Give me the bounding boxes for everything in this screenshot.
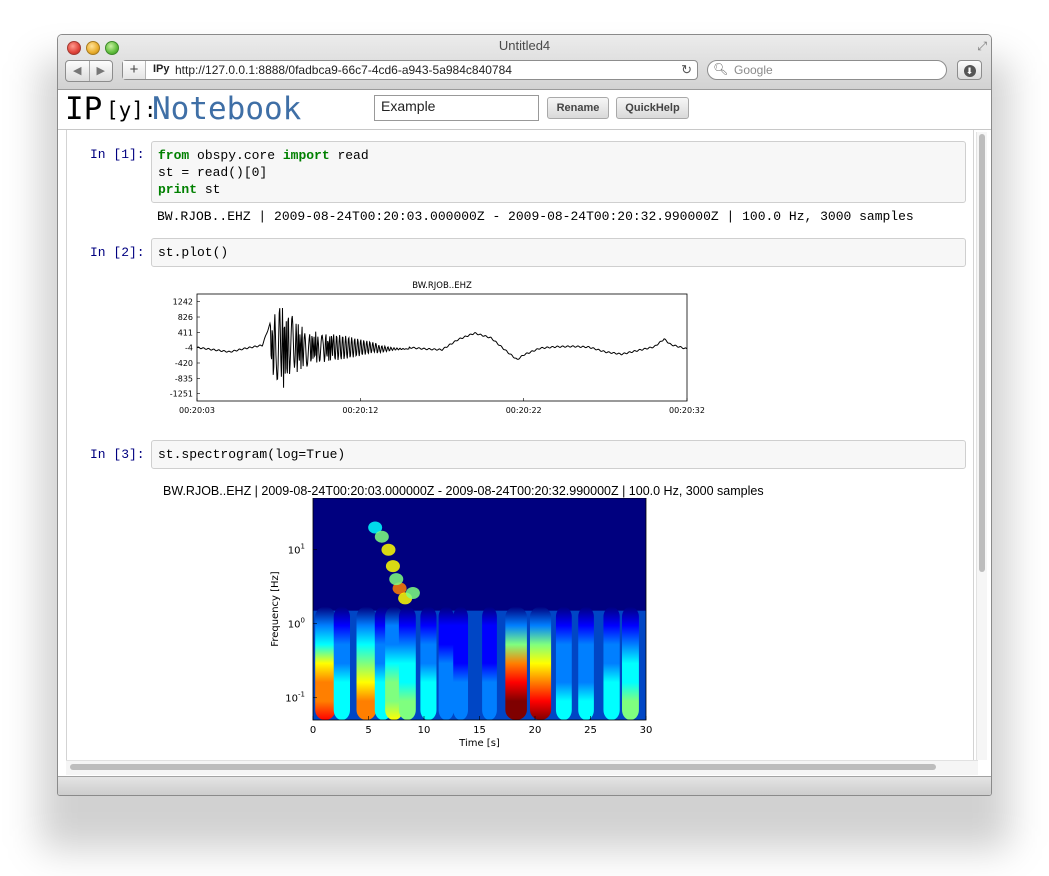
spectrogram-x-tick-label: 20 [529, 725, 542, 736]
cell-3-input[interactable]: st.spectrogram(log=True) [151, 440, 966, 469]
spectrogram-energy-column [315, 606, 336, 720]
reload-icon[interactable]: ↻ [681, 62, 692, 78]
spectrogram-energy-column [333, 606, 350, 720]
ipython-logo: IP [65, 91, 103, 127]
notebook-name-input[interactable]: Example [374, 95, 539, 121]
spectrogram-x-tick-label: 30 [640, 725, 653, 736]
forward-button[interactable]: ▶ [90, 61, 113, 81]
window-title: Untitled4 [498, 38, 551, 53]
spectrogram-energy-column [622, 606, 639, 720]
spectrogram-plot: 0 5 10 15 20 25 30 101 100 10-1 Time [s] Frequency … [270, 498, 653, 749]
spectrogram-y-tick-label: 10-1 [285, 691, 305, 705]
spectrogram-energy-column [420, 606, 437, 720]
spectrogram-x-tick-label: 25 [584, 725, 597, 736]
waveform-title: BW.RJOB..EHZ [412, 281, 472, 291]
waveform-y-tick-label: -1251 [170, 390, 193, 399]
quickhelp-button[interactable]: QuickHelp [616, 97, 689, 119]
spectrogram-streak [389, 573, 404, 586]
spectrogram-x-tick-label: 15 [473, 725, 486, 736]
title-bar: Untitled4 ⤢ ◀ ▶ + IPy http://127.0.0.1:8… [58, 35, 991, 90]
spectrogram-y-label: Frequency [Hz] [270, 571, 281, 647]
vertical-scrollbar[interactable] [976, 132, 987, 760]
waveform-y-tick-label: 826 [178, 313, 193, 322]
spectrogram-streak [381, 543, 396, 556]
spectrogram-streak [374, 530, 389, 543]
cell-1-code: from obspy.core import read st = read()[… [158, 148, 369, 197]
cell-3-code: st.spectrogram(log=True) [158, 447, 346, 462]
spectrogram-energy-column [482, 606, 497, 720]
spectrogram-y-tick-label: 101 [288, 543, 305, 557]
search-placeholder: Google [734, 63, 773, 77]
back-button[interactable]: ◀ [66, 61, 90, 81]
address-bar[interactable]: + IPy http://127.0.0.1:8888/0fadbca9-66c… [122, 60, 698, 80]
browser-window: Untitled4 ⤢ ◀ ▶ + IPy http://127.0.0.1:8… [57, 34, 992, 796]
fullscreen-icon[interactable]: ⤢ [977, 39, 987, 54]
downloads-button[interactable]: ⬇ [957, 60, 982, 80]
spectrogram-x-tick-label: 5 [365, 725, 371, 736]
notebook-header: IP [y]: Notebook Example Rename QuickHel… [58, 90, 991, 130]
site-favicon: IPy [153, 63, 170, 75]
spectrogram-y-tick-label: 100 [288, 617, 305, 631]
waveform-x-tick-label: 00:20:12 [342, 406, 378, 415]
spectrogram-energy-column [555, 606, 572, 720]
spectrogram-streak [385, 560, 400, 573]
spectrogram-energy-column [578, 606, 594, 720]
cell-3-prompt: In [3]: [90, 447, 145, 462]
waveform-y-tick-label: 1242 [173, 298, 193, 307]
search-field[interactable]: 🔍︎ Google [707, 60, 947, 80]
notebook-logo-text: Notebook [152, 91, 302, 127]
spectrogram-x-label: Time [s] [458, 738, 500, 749]
waveform-x-tick-label: 00:20:32 [669, 406, 705, 415]
download-icon: ⬇ [963, 65, 976, 77]
cell-2-code: st.plot() [158, 245, 229, 260]
search-icon: 🔍︎ [713, 62, 729, 76]
spectrogram-energy-column [356, 606, 377, 720]
horizontal-scrollbar[interactable] [66, 760, 978, 775]
spectrogram-energy-column [453, 606, 469, 720]
cell-2-input[interactable]: st.plot() [151, 238, 966, 267]
window-bottom-bar [58, 776, 991, 795]
back-forward-buttons: ◀ ▶ [65, 60, 113, 82]
ipython-logo-bracket: [y]: [106, 98, 157, 122]
cell-1-input[interactable]: from obspy.core import read st = read()[… [151, 141, 966, 203]
waveform-y-tick-label: 411 [178, 328, 193, 337]
waveform-plot: BW.RJOB..EHZ 1242 826 411 -4 -420 -835 -1251 00:… [170, 281, 705, 415]
rename-button[interactable]: Rename [547, 97, 609, 119]
spectrogram-title: BW.RJOB..EHZ | 2009-08-24T00:20:03.00000… [163, 484, 764, 498]
horizontal-scroll-thumb[interactable] [70, 764, 936, 770]
cell-1-prompt: In [1]: [90, 147, 145, 162]
spectrogram-energy-column [398, 606, 416, 720]
spectrogram-x-tick-label: 10 [418, 725, 431, 736]
waveform-y-tick-label: -835 [175, 374, 193, 383]
waveform-y-tick-label: -4 [185, 344, 193, 353]
waveform-x-tick-label: 00:20:03 [179, 406, 215, 415]
vertical-scroll-thumb[interactable] [979, 134, 985, 572]
spectrogram-streak [405, 587, 420, 600]
add-bookmark-icon[interactable]: + [123, 61, 146, 79]
notebook-content: In [1]: from obspy.core import read st =… [66, 130, 974, 762]
waveform-x-tick-label: 00:20:22 [506, 406, 542, 415]
spectrogram-energy-column [505, 606, 527, 720]
cell-1-output: BW.RJOB..EHZ | 2009-08-24T00:20:03.00000… [157, 209, 914, 224]
url-text[interactable]: http://127.0.0.1:8888/0fadbca9-66c7-4cd6… [175, 63, 512, 77]
spectrogram-x-tick-label: 0 [310, 725, 316, 736]
spectrogram-energy-column [603, 606, 620, 720]
spectrogram-energy-column [438, 606, 454, 720]
spectrogram-energy-column [529, 606, 552, 720]
cell-2-prompt: In [2]: [90, 245, 145, 260]
waveform-y-tick-label: -420 [175, 359, 193, 368]
